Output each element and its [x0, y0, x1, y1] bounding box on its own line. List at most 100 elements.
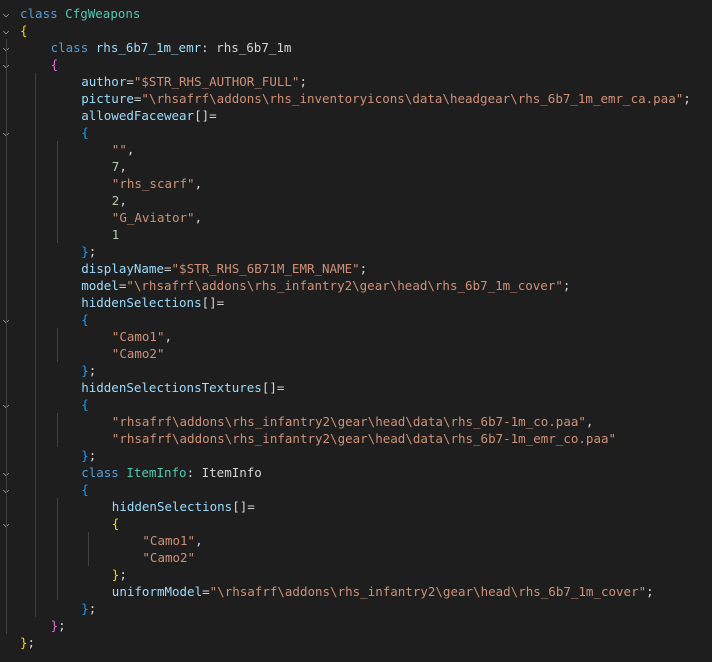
code-line[interactable]: };	[0, 243, 712, 260]
code-text: class rhs_6b7_1m_emr: rhs_6b7_1m	[51, 39, 292, 56]
code-line[interactable]: };	[0, 600, 712, 617]
code-token: ,	[194, 176, 203, 191]
code-line[interactable]: displayName="$STR_RHS_6B71M_EMR_NAME";	[0, 260, 712, 277]
code-line[interactable]: ⌵ class ItemInfo: ItemInfo	[0, 464, 712, 481]
code-token: ,	[164, 329, 173, 344]
code-line[interactable]: hiddenSelectionsTextures[]=	[0, 379, 712, 396]
code-line[interactable]: ⌵{	[0, 396, 712, 413]
code-line[interactable]: };	[0, 566, 712, 583]
indent-guide	[6, 56, 7, 73]
indent-guide	[6, 175, 7, 192]
indent-guide	[35, 243, 36, 260]
code-token: {	[111, 516, 120, 531]
indent-guide	[6, 532, 7, 549]
code-token: }	[81, 244, 89, 259]
indent-guide	[6, 328, 7, 345]
code-line[interactable]: uniformModel="\rhsafrf\addons\rhs_infant…	[0, 583, 712, 600]
code-line[interactable]: "Camo2"	[0, 345, 712, 362]
code-line[interactable]: };	[0, 617, 712, 634]
indent-guide	[57, 413, 58, 430]
code-token: "\rhsafrf\addons\rhs_inventoryicons\data…	[141, 91, 684, 106]
code-token: : ItemInfo	[186, 465, 262, 480]
code-token: {	[81, 482, 89, 497]
code-line[interactable]: 2,	[0, 192, 712, 209]
code-text: allowedFacewear[]=	[81, 107, 216, 124]
code-line[interactable]: "G_Aviator",	[0, 209, 712, 226]
code-text: "G_Aviator",	[112, 209, 202, 226]
code-token: picture	[81, 91, 134, 106]
code-text: "rhsafrf\addons\rhs_infantry2\gear\head\…	[112, 413, 594, 430]
code-text: "rhs_scarf",	[112, 175, 202, 192]
code-token: ;	[683, 91, 691, 106]
indent-guide	[35, 141, 36, 158]
indent-guide	[6, 90, 7, 107]
code-line[interactable]: "Camo1",	[0, 328, 712, 345]
code-line[interactable]: ⌵ class CfgWeapons	[0, 5, 712, 22]
chevron-down-icon[interactable]: ⌵	[1, 5, 11, 22]
indent-guide	[6, 243, 7, 260]
code-line[interactable]: ⌵{	[0, 22, 712, 39]
code-token: : rhs_6b7_1m	[201, 40, 292, 55]
indent-guide	[35, 362, 36, 379]
code-line[interactable]: allowedFacewear[]=	[0, 107, 712, 124]
code-token: CfgWeapons	[65, 6, 141, 21]
code-text: "Camo1",	[112, 328, 172, 345]
code-token: allowedFacewear	[81, 108, 195, 123]
code-text: };	[81, 243, 96, 260]
code-line[interactable]: };	[0, 447, 712, 464]
code-line[interactable]: ⌵{	[0, 515, 712, 532]
code-token: 1	[111, 227, 120, 242]
code-line[interactable]: 1	[0, 226, 712, 243]
code-line[interactable]: ⌵{	[0, 481, 712, 498]
code-editor[interactable]: ⌵ class CfgWeapons ⌵{⌵ class rhs_6b7_1m_emr…	[0, 5, 712, 657]
indent-guide	[6, 396, 7, 413]
code-line[interactable]: "rhs_scarf",	[0, 175, 712, 192]
code-line[interactable]: ⌵{	[0, 311, 712, 328]
indent-guide	[6, 260, 7, 277]
code-token: hiddenSelectionsTextures	[81, 380, 262, 395]
code-token: "Camo2"	[111, 346, 165, 361]
code-line[interactable]: "rhsafrf\addons\rhs_infantry2\gear\head\…	[0, 430, 712, 447]
code-line[interactable]: };	[0, 362, 712, 379]
code-token: ;	[27, 635, 36, 650]
code-token: ;	[119, 567, 127, 582]
indent-guide	[88, 532, 89, 549]
code-line[interactable]: hiddenSelections[]=	[0, 294, 712, 311]
code-token: class	[20, 6, 58, 21]
indent-guide	[35, 583, 36, 600]
code-token: "$STR_RHS_AUTHOR_FULL"	[133, 74, 300, 89]
indent-guide	[6, 277, 7, 294]
indent-guide	[35, 600, 36, 617]
chevron-down-icon[interactable]: ⌵	[1, 22, 11, 39]
code-text: };	[81, 447, 96, 464]
code-token: ItemInfo	[126, 465, 187, 480]
code-token: =	[202, 584, 210, 599]
code-token: []=	[261, 380, 285, 395]
code-line[interactable]: "rhsafrf\addons\rhs_infantry2\gear\head\…	[0, 413, 712, 430]
code-token: hiddenSelections	[81, 295, 202, 310]
code-line[interactable]: model="\rhsafrf\addons\rhs_infantry2\gea…	[0, 277, 712, 294]
code-line[interactable]: "",	[0, 141, 712, 158]
code-line[interactable]: hiddenSelections[]=	[0, 498, 712, 515]
indent-guide	[35, 311, 36, 328]
code-line[interactable]: ⌵{	[0, 124, 712, 141]
indent-guide	[35, 107, 36, 124]
code-line[interactable]: author="$STR_RHS_AUTHOR_FULL";	[0, 73, 712, 90]
code-line[interactable]: };	[0, 634, 712, 651]
code-text: };	[112, 566, 127, 583]
code-text: hiddenSelections[]=	[81, 294, 224, 311]
indent-guide	[35, 226, 36, 243]
indent-guide	[35, 124, 36, 141]
indent-guide	[35, 413, 36, 430]
code-line[interactable]: 7,	[0, 158, 712, 175]
code-line[interactable]: ⌵ class rhs_6b7_1m_emr: rhs_6b7_1m	[0, 39, 712, 56]
code-line[interactable]: "Camo2"	[0, 549, 712, 566]
indent-guide	[35, 294, 36, 311]
code-text: {	[81, 124, 89, 141]
code-token: {	[50, 57, 59, 72]
code-text: "Camo2"	[142, 549, 195, 566]
code-line[interactable]: ⌵{	[0, 56, 712, 73]
code-line[interactable]: picture="\rhsafrf\addons\rhs_inventoryic…	[0, 90, 712, 107]
code-line[interactable]: "Camo1",	[0, 532, 712, 549]
code-token: "$STR_RHS_6B71M_EMR_NAME"	[171, 261, 360, 276]
